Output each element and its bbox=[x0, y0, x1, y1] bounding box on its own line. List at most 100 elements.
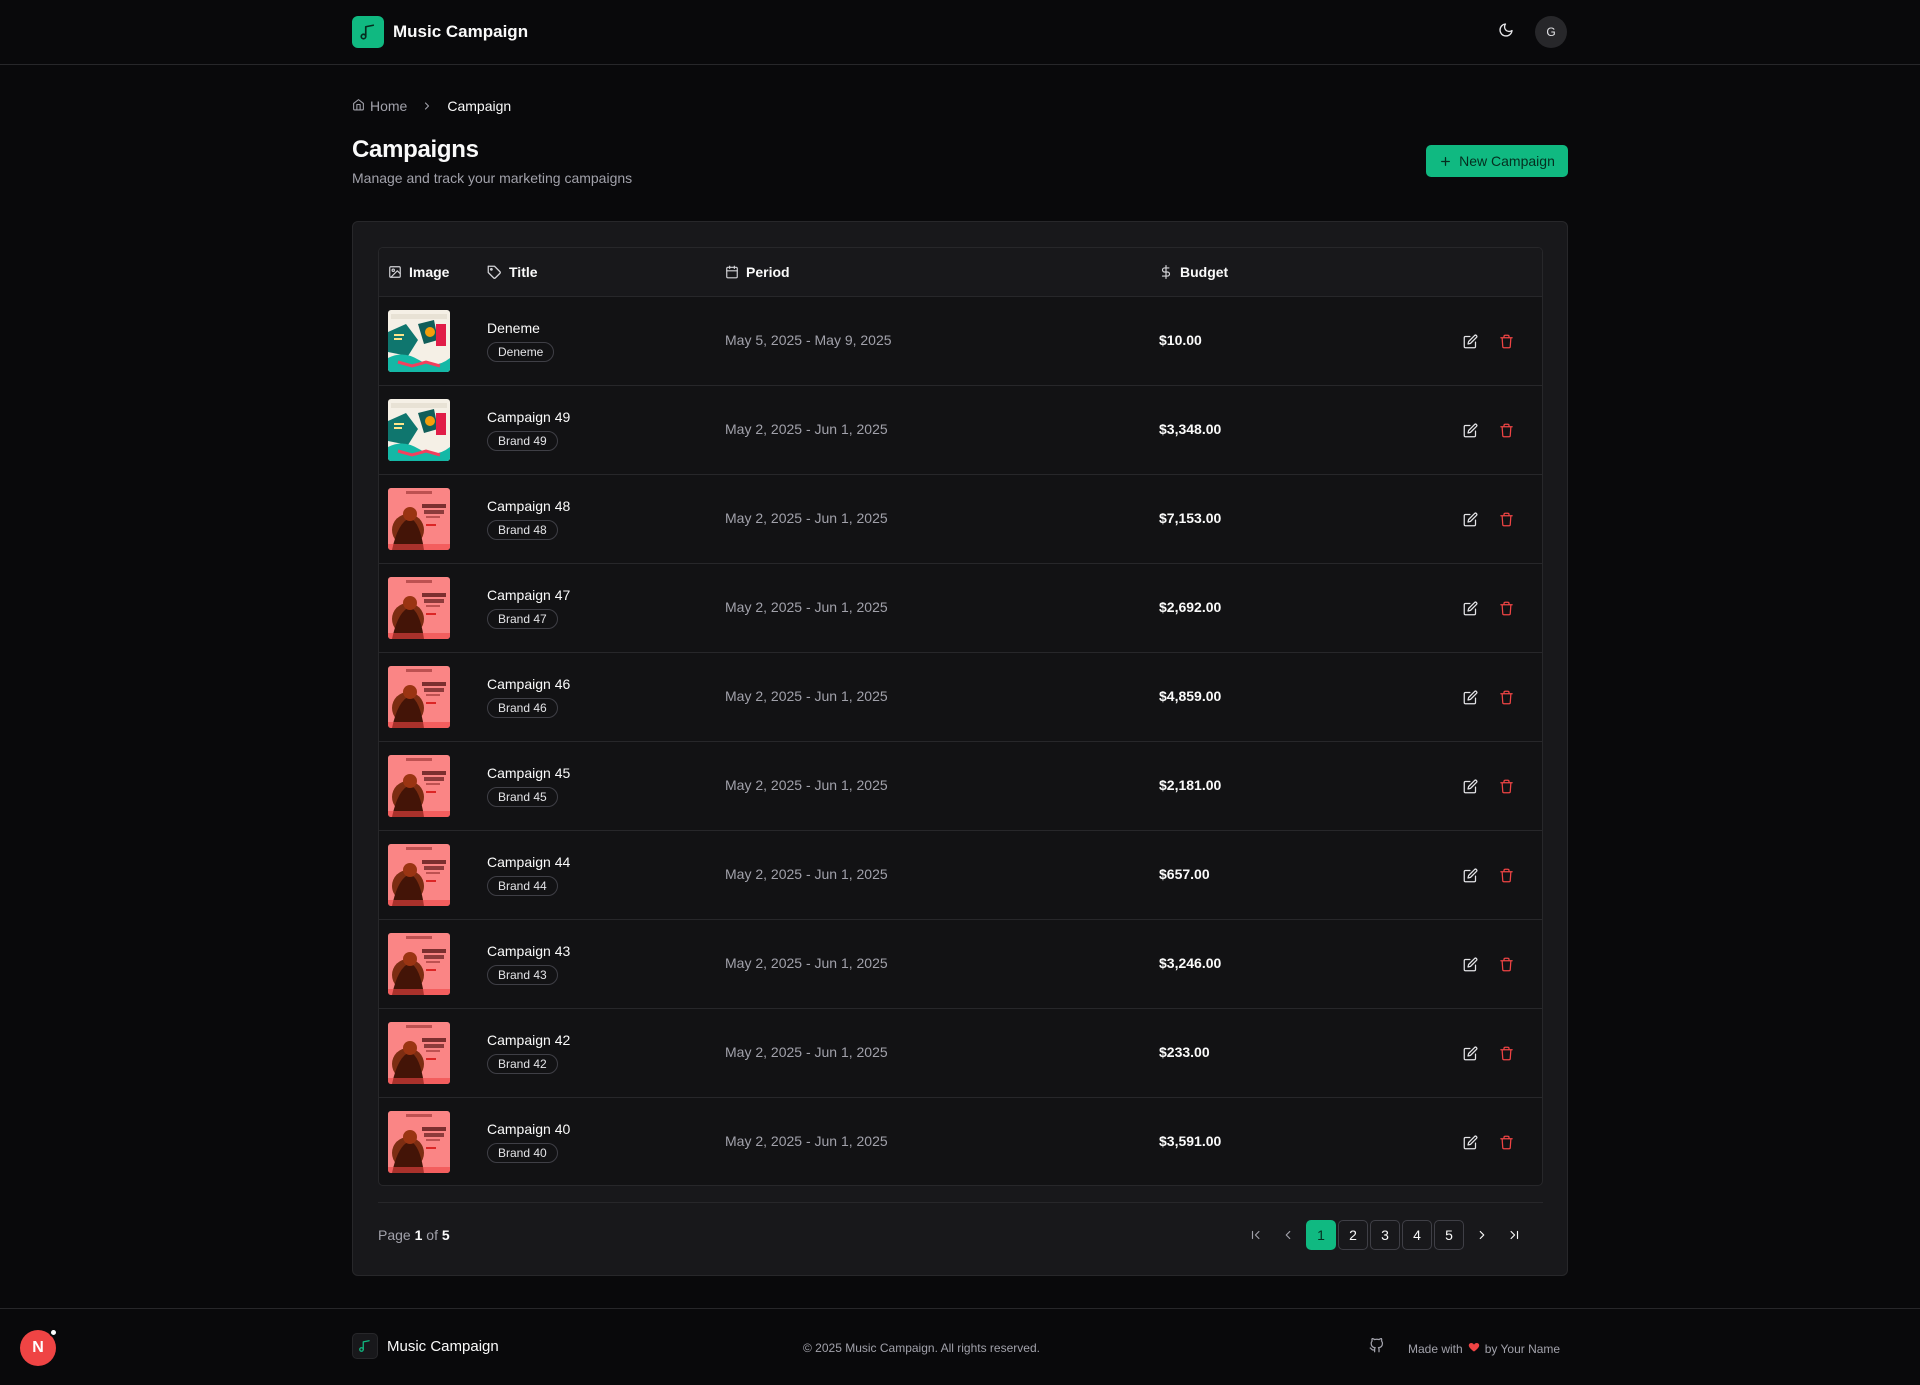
campaign-title: Campaign 43 bbox=[487, 943, 571, 959]
breadcrumb: Home Campaign bbox=[352, 98, 511, 114]
of-word: of bbox=[426, 1227, 438, 1243]
breadcrumb-current: Campaign bbox=[447, 98, 512, 114]
github-icon[interactable] bbox=[1369, 1337, 1384, 1358]
edit-button[interactable] bbox=[1456, 772, 1484, 800]
plus-icon bbox=[1439, 155, 1452, 168]
campaign-title: Campaign 46 bbox=[487, 676, 571, 692]
brand-badge: Brand 48 bbox=[487, 520, 558, 540]
campaign-title: Campaign 44 bbox=[487, 854, 571, 870]
campaign-period: May 2, 2025 - Jun 1, 2025 bbox=[725, 599, 888, 615]
total-pages: 5 bbox=[441, 1227, 450, 1243]
trash-icon bbox=[1499, 601, 1514, 616]
trash-icon bbox=[1499, 690, 1514, 705]
brand-link[interactable]: Music Campaign bbox=[352, 16, 528, 48]
column-image-label: Image bbox=[409, 264, 450, 280]
edit-icon bbox=[1463, 957, 1478, 972]
delete-button[interactable] bbox=[1492, 861, 1520, 889]
previous-page-button[interactable] bbox=[1273, 1220, 1303, 1250]
delete-button[interactable] bbox=[1492, 950, 1520, 978]
campaign-budget: $4,859.00 bbox=[1159, 688, 1222, 704]
edit-icon bbox=[1463, 334, 1478, 349]
campaign-period: May 2, 2025 - Jun 1, 2025 bbox=[725, 510, 888, 526]
page-number-button[interactable]: 5 bbox=[1434, 1220, 1464, 1250]
delete-button[interactable] bbox=[1492, 772, 1520, 800]
delete-button[interactable] bbox=[1492, 594, 1520, 622]
author-label: by Your Name bbox=[1484, 1341, 1561, 1356]
theme-toggle-button[interactable] bbox=[1490, 18, 1522, 46]
brand-badge: Brand 46 bbox=[487, 698, 558, 718]
table-row: Campaign 47 Brand 47 May 2, 2025 - Jun 1, … bbox=[379, 564, 1542, 653]
page-number-button[interactable]: 3 bbox=[1370, 1220, 1400, 1250]
edit-button[interactable] bbox=[1456, 327, 1484, 355]
trash-icon bbox=[1499, 334, 1514, 349]
user-avatar[interactable]: G bbox=[1535, 16, 1567, 48]
first-page-button[interactable] bbox=[1241, 1220, 1271, 1250]
pager-divider bbox=[378, 1202, 1543, 1203]
page-title: Campaigns bbox=[352, 136, 479, 163]
campaign-budget: $10.00 bbox=[1159, 332, 1202, 348]
edit-button[interactable] bbox=[1456, 861, 1484, 889]
campaigns-table: Image Title Period Budget Deneme Deneme … bbox=[378, 247, 1543, 1186]
next-page-button[interactable] bbox=[1467, 1220, 1497, 1250]
column-period: Period bbox=[725, 248, 790, 296]
campaign-period: May 2, 2025 - Jun 1, 2025 bbox=[725, 866, 888, 882]
page-number-button[interactable]: 4 bbox=[1402, 1220, 1432, 1250]
edit-button[interactable] bbox=[1456, 594, 1484, 622]
title-cell: Campaign 49 Brand 49 bbox=[487, 409, 570, 451]
campaign-title: Campaign 48 bbox=[487, 498, 571, 514]
footer-brand[interactable]: Music Campaign bbox=[352, 1333, 499, 1359]
campaign-thumbnail bbox=[388, 399, 450, 461]
dollar-icon bbox=[1159, 265, 1173, 279]
delete-button[interactable] bbox=[1492, 327, 1520, 355]
campaign-period: May 2, 2025 - Jun 1, 2025 bbox=[725, 688, 888, 704]
delete-button[interactable] bbox=[1492, 1128, 1520, 1156]
table-row: Campaign 44 Brand 44 May 2, 2025 - Jun 1, … bbox=[379, 831, 1542, 920]
edit-button[interactable] bbox=[1456, 950, 1484, 978]
breadcrumb-home-link[interactable]: Home bbox=[352, 98, 407, 114]
campaign-thumbnail bbox=[388, 666, 450, 728]
trash-icon bbox=[1499, 423, 1514, 438]
table-header: Image Title Period Budget bbox=[379, 248, 1542, 297]
edit-button[interactable] bbox=[1456, 505, 1484, 533]
edit-button[interactable] bbox=[1456, 416, 1484, 444]
table-row: Campaign 42 Brand 42 May 2, 2025 - Jun 1, … bbox=[379, 1009, 1542, 1098]
campaign-budget: $233.00 bbox=[1159, 1044, 1210, 1060]
trash-icon bbox=[1499, 512, 1514, 527]
title-cell: Campaign 47 Brand 47 bbox=[487, 587, 570, 629]
title-cell: Campaign 43 Brand 43 bbox=[487, 943, 570, 985]
delete-button[interactable] bbox=[1492, 683, 1520, 711]
dev-tools-badge[interactable]: N bbox=[20, 1328, 58, 1366]
edit-button[interactable] bbox=[1456, 1039, 1484, 1067]
edit-button[interactable] bbox=[1456, 683, 1484, 711]
trash-icon bbox=[1499, 1046, 1514, 1061]
trash-icon bbox=[1499, 779, 1514, 794]
trash-icon bbox=[1499, 1135, 1514, 1150]
campaign-budget: $3,246.00 bbox=[1159, 955, 1222, 971]
new-campaign-button[interactable]: New Campaign bbox=[1426, 145, 1568, 177]
delete-button[interactable] bbox=[1492, 416, 1520, 444]
delete-button[interactable] bbox=[1492, 505, 1520, 533]
table-row: Campaign 48 Brand 48 May 2, 2025 - Jun 1, … bbox=[379, 475, 1542, 564]
last-page-button[interactable] bbox=[1499, 1220, 1529, 1250]
edit-icon bbox=[1463, 690, 1478, 705]
notification-dot bbox=[49, 1328, 58, 1337]
footer-brand-name: Music Campaign bbox=[387, 1337, 499, 1355]
campaign-thumbnail bbox=[388, 310, 450, 372]
page-numbers: 12345 bbox=[1305, 1220, 1465, 1250]
music-note-icon bbox=[352, 1333, 378, 1359]
delete-button[interactable] bbox=[1492, 1039, 1520, 1067]
column-title: Title bbox=[487, 248, 538, 296]
heart-icon bbox=[1468, 1341, 1480, 1356]
table-row: Campaign 45 Brand 45 May 2, 2025 - Jun 1, … bbox=[379, 742, 1542, 831]
page-number-button[interactable]: 2 bbox=[1338, 1220, 1368, 1250]
campaign-title: Campaign 47 bbox=[487, 587, 571, 603]
breadcrumb-home-label: Home bbox=[370, 98, 408, 114]
brand-name: Music Campaign bbox=[393, 22, 529, 41]
column-title-label: Title bbox=[509, 264, 538, 280]
page-number-button[interactable]: 1 bbox=[1306, 1220, 1336, 1250]
edit-button[interactable] bbox=[1456, 1128, 1484, 1156]
campaign-thumbnail bbox=[388, 577, 450, 639]
campaign-budget: $3,348.00 bbox=[1159, 421, 1222, 437]
page-subtitle: Manage and track your marketing campaign… bbox=[352, 170, 633, 186]
brand-badge: Brand 45 bbox=[487, 787, 558, 807]
